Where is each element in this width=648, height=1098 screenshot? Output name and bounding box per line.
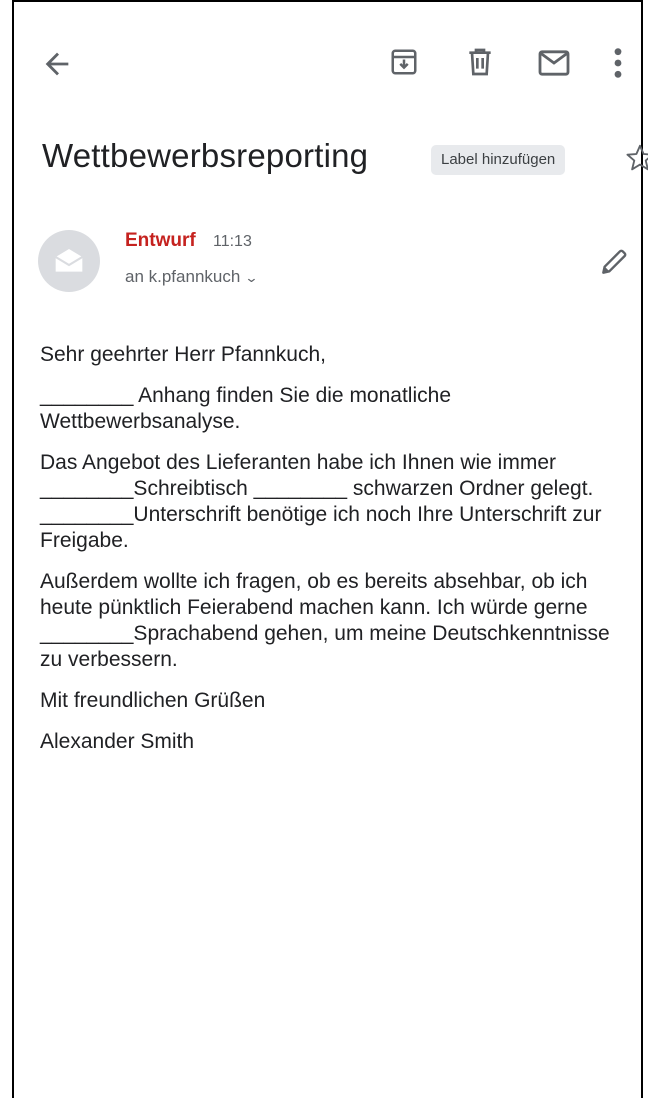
sender-name[interactable]: Entwurf (125, 230, 196, 252)
recipient-details[interactable]: an k.pfannkuch ⌄ (125, 267, 259, 287)
draft-avatar-icon (38, 230, 100, 292)
message-time: 11:13 (213, 233, 252, 250)
mail-icon[interactable] (537, 49, 571, 77)
recipient-label: an k.pfannkuch (125, 267, 241, 286)
more-vert-icon[interactable] (612, 46, 624, 80)
closing: Mit freundlichen Grüßen (40, 689, 266, 712)
body-paragraph-1: ________ Anhang finden Sie die monatlich… (40, 384, 451, 433)
body-paragraph-3: Außerdem wollte ich fragen, ob es bereit… (40, 570, 610, 671)
signature: Alexander Smith (40, 730, 195, 753)
pencil-icon[interactable] (598, 246, 630, 278)
email-subject: Wettbewerbsreporting (42, 137, 369, 174)
email-body: Sehr geehrter Herr Pfannkuch, ________ A… (40, 342, 620, 770)
toolbar (14, 2, 641, 122)
add-label-chip[interactable]: Label hinzufügen (431, 145, 566, 175)
subject-row: Wettbewerbsreporting Label hinzufügen (42, 132, 648, 192)
email-view: Wettbewerbsreporting Label hinzufügen En… (12, 0, 648, 1098)
star-outline-icon[interactable] (624, 142, 648, 174)
greeting: Sehr geehrter Herr Pfannkuch, (40, 343, 326, 366)
body-paragraph-2: Das Angebot des Lieferanten habe ich Ihn… (40, 451, 602, 552)
archive-icon[interactable] (389, 47, 419, 77)
trash-icon[interactable] (464, 45, 496, 79)
arrow-back-icon[interactable] (40, 47, 74, 81)
chevron-down-icon: ⌄ (244, 270, 259, 285)
